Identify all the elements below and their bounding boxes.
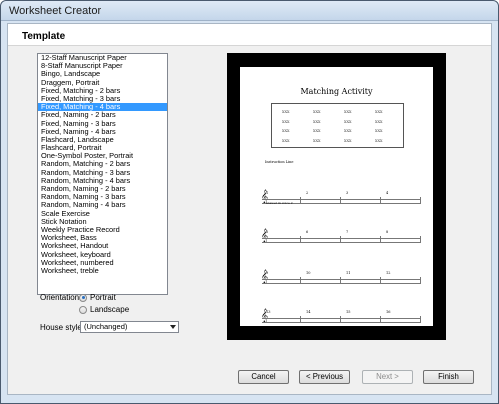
bar-number: 9 bbox=[266, 271, 269, 275]
bar-number: 8 bbox=[386, 230, 389, 234]
grid-cell: XXX bbox=[313, 129, 321, 133]
grid-cell: XXX bbox=[282, 138, 290, 143]
grid-cell: XXX bbox=[344, 129, 352, 133]
bar-number: 14 bbox=[306, 310, 311, 314]
title-bar[interactable]: Worksheet Creator bbox=[1, 1, 498, 21]
staff-line bbox=[262, 318, 421, 319]
staff-line bbox=[262, 238, 421, 239]
bar-number: 7 bbox=[346, 230, 349, 234]
bar-number: 15 bbox=[346, 310, 351, 314]
staff-line bbox=[262, 242, 421, 243]
house-style-value: (Unchanged) bbox=[84, 322, 128, 331]
grid-cell: XXX bbox=[313, 110, 321, 114]
portrait-radio-option[interactable]: Portrait bbox=[79, 293, 116, 302]
template-list-item[interactable]: Worksheet, treble bbox=[38, 266, 167, 275]
staff-row: 𝄞 1 2 3 4 answer in voice 2 bbox=[261, 190, 421, 207]
template-preview: Matching Activity XXX XXX XXX XXX XXX XXX XXX X… bbox=[227, 53, 446, 340]
template-list[interactable]: 12-Staff Manuscript Paper 8-Staff Manuscr… bbox=[37, 53, 168, 295]
worksheet-creator-window: Worksheet Creator Template 12-Staff Manu… bbox=[0, 0, 499, 404]
staff-line bbox=[262, 283, 421, 284]
grid-cell: XXX bbox=[313, 119, 321, 124]
landscape-radio[interactable] bbox=[79, 305, 87, 314]
staff-row: 𝄞 13 14 15 16 bbox=[261, 309, 421, 326]
grid-cell: XXX bbox=[375, 129, 383, 133]
preview-sheet: Matching Activity XXX XXX XXX XXX XXX XXX XXX X… bbox=[240, 67, 433, 326]
grid-cell: XXX bbox=[375, 138, 383, 143]
staff-row: 𝄞 9 10 11 12 bbox=[261, 270, 421, 287]
section-title: Template bbox=[22, 31, 66, 42]
matching-grid: XXX XXX XXX XXX XXX XXX XXX XXX XXX XXX XXX XXX XXX X… bbox=[271, 103, 404, 148]
grid-cell: XXX bbox=[375, 110, 383, 114]
staff-line bbox=[262, 322, 421, 323]
orientation-label: Orientation: bbox=[40, 293, 82, 302]
preview-title: Matching Activity bbox=[300, 87, 373, 96]
cancel-button[interactable]: Cancel bbox=[238, 370, 289, 384]
dialog-content: Template 12-Staff Manuscript Paper 8-Staf… bbox=[7, 23, 492, 395]
bar-number: 3 bbox=[346, 191, 349, 195]
grid-cell: XXX bbox=[344, 119, 352, 124]
grid-cell: XXX bbox=[282, 119, 290, 124]
window-title: Worksheet Creator bbox=[9, 5, 102, 17]
portrait-radio[interactable] bbox=[79, 293, 87, 302]
house-style-select[interactable]: (Unchanged) bbox=[80, 321, 179, 333]
grid-cell: XXX bbox=[282, 129, 290, 133]
preview-instructions: Instruction Line bbox=[265, 160, 294, 164]
grid-cell: XXX bbox=[344, 110, 352, 114]
bar-number: 4 bbox=[386, 191, 389, 195]
bar-number: 13 bbox=[266, 310, 271, 314]
staff-line bbox=[262, 279, 421, 280]
staff-line bbox=[262, 199, 421, 200]
next-button[interactable]: Next > bbox=[362, 370, 413, 384]
grid-cell: XXX bbox=[375, 119, 383, 124]
landscape-label: Landscape bbox=[90, 305, 130, 314]
landscape-radio-option[interactable]: Landscape bbox=[79, 305, 129, 314]
bar-number: 6 bbox=[306, 230, 309, 234]
staff-row: 𝄞 5 6 7 8 bbox=[261, 229, 421, 246]
house-style-label: House style: bbox=[40, 323, 85, 332]
chevron-down-icon bbox=[170, 325, 176, 329]
bar-number: 12 bbox=[386, 271, 391, 275]
grid-cell: XXX bbox=[344, 138, 352, 143]
bar-number: 10 bbox=[306, 271, 311, 275]
bar-number: 16 bbox=[386, 310, 391, 314]
bar-number: 5 bbox=[266, 230, 269, 234]
portrait-label: Portrait bbox=[90, 293, 116, 302]
bar-number: 1 bbox=[266, 191, 269, 195]
grid-cell: XXX bbox=[313, 138, 321, 143]
bar-number: 2 bbox=[306, 191, 309, 195]
row-note: answer in voice 2 bbox=[266, 201, 293, 205]
bar-number: 11 bbox=[346, 271, 351, 275]
previous-button[interactable]: < Previous bbox=[299, 370, 350, 384]
header-band: Template bbox=[8, 24, 491, 46]
grid-cell: XXX bbox=[282, 110, 290, 114]
finish-button[interactable]: Finish bbox=[423, 370, 474, 384]
